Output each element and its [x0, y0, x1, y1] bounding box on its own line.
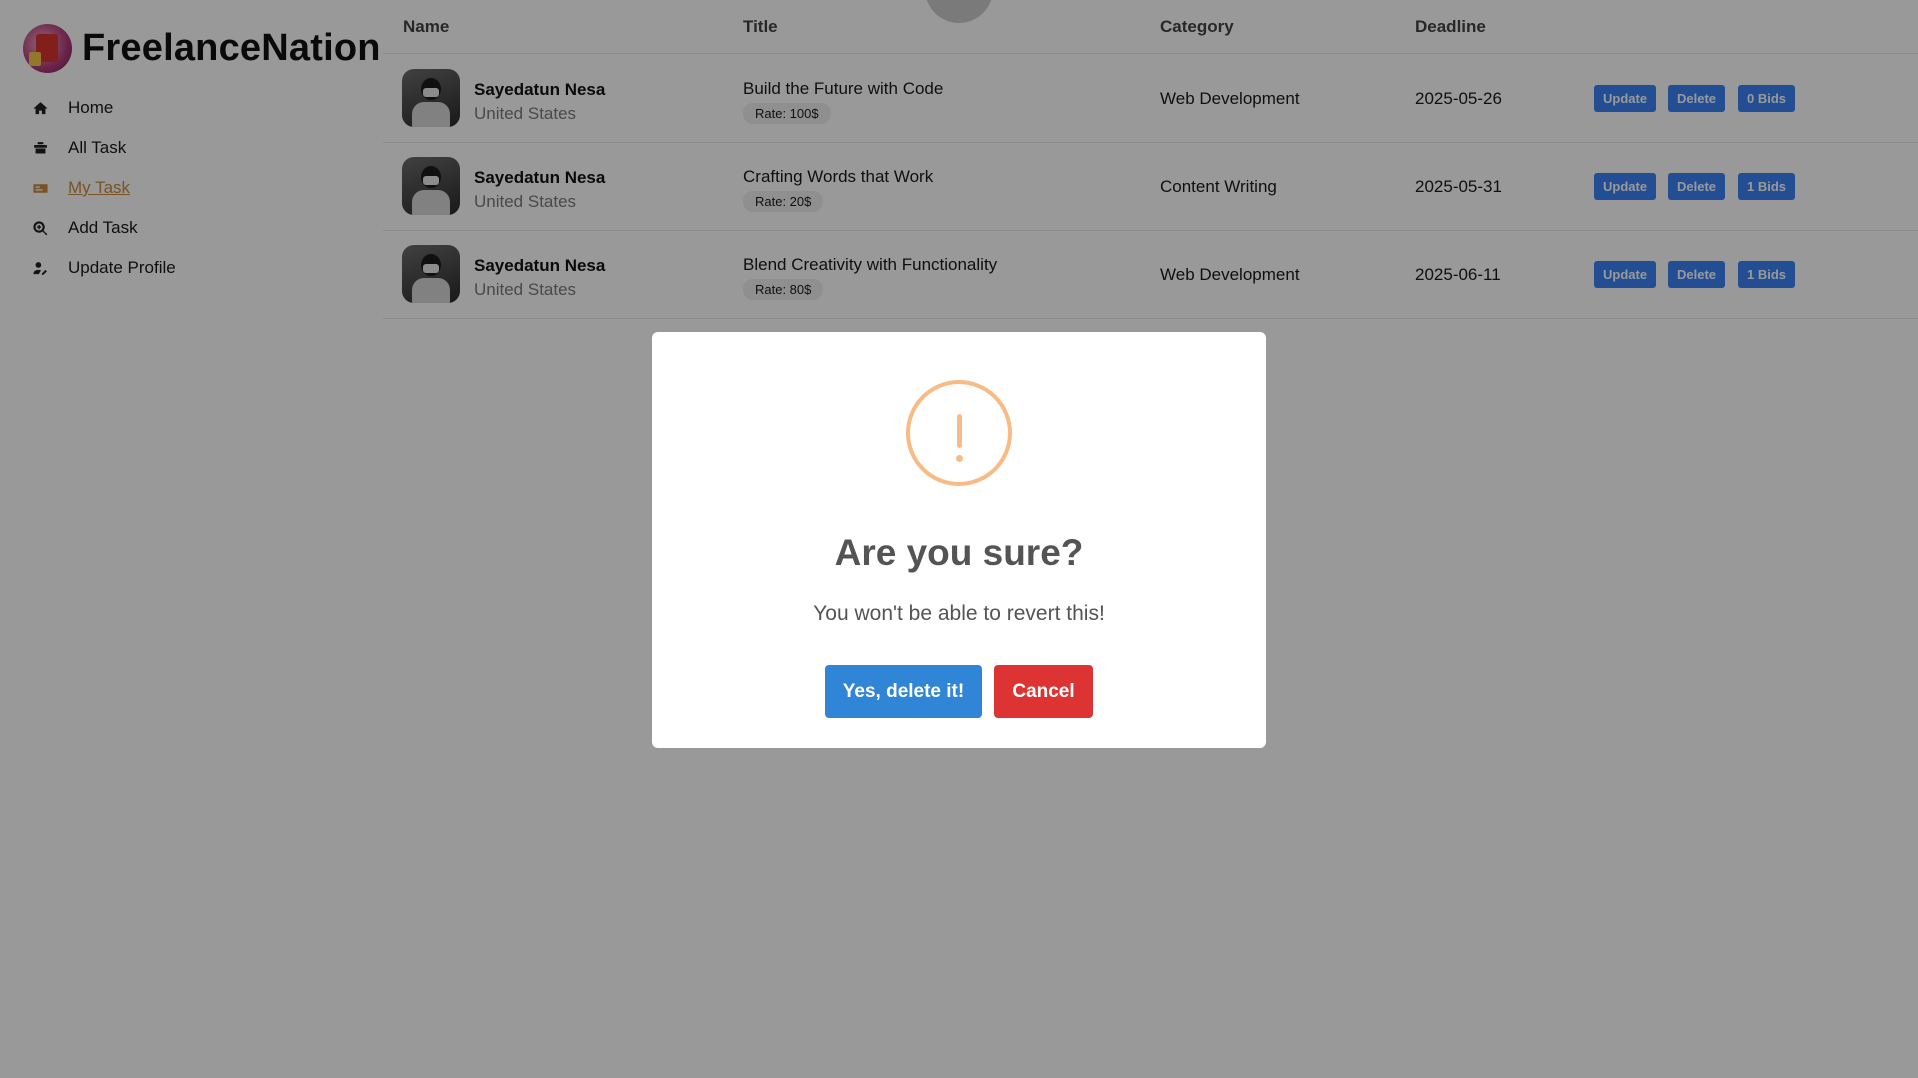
modal-backdrop[interactable]: Are you sure? You won't be able to rever…	[0, 0, 1918, 1078]
loading-indicator	[925, 0, 993, 23]
warning-icon	[906, 380, 1012, 486]
dialog-message: You won't be able to revert this!	[813, 602, 1105, 625]
cancel-button[interactable]: Cancel	[994, 665, 1093, 718]
confirm-delete-button[interactable]: Yes, delete it!	[825, 665, 982, 718]
dialog-title: Are you sure?	[834, 532, 1084, 573]
confirm-dialog: Are you sure? You won't be able to rever…	[652, 332, 1266, 748]
